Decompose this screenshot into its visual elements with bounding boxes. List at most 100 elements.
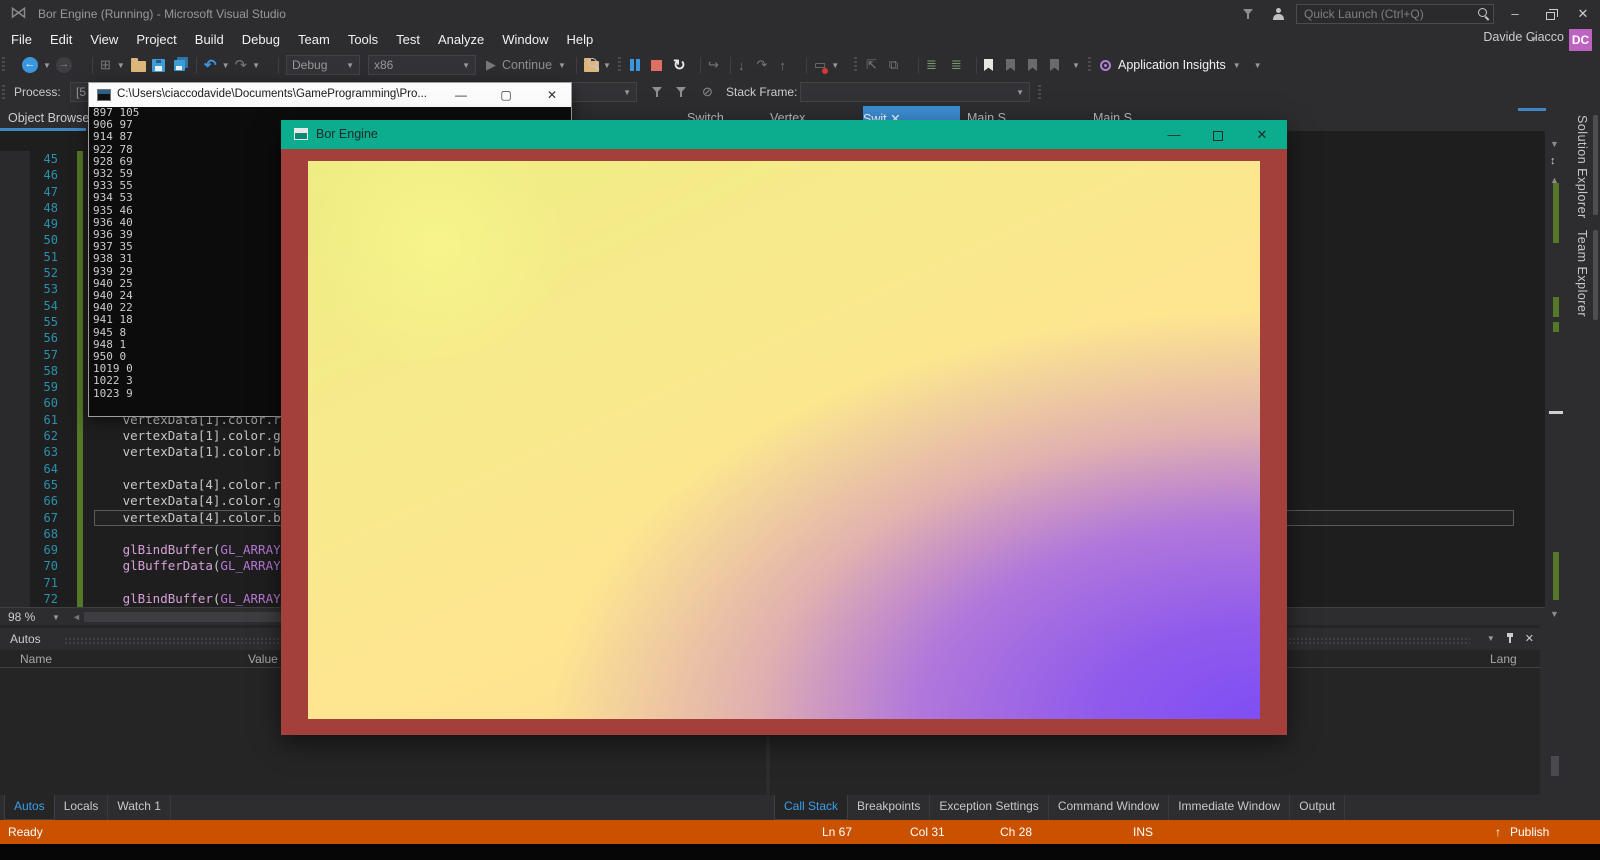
thread-filter-icon[interactable]: [652, 86, 664, 99]
callstack-col-lang[interactable]: Lang: [1490, 650, 1517, 668]
menu-tools[interactable]: Tools: [339, 28, 387, 52]
game-minimize-button[interactable]: —: [1157, 120, 1191, 149]
close-button[interactable]: ✕: [1568, 0, 1598, 28]
avatar[interactable]: DC: [1569, 29, 1592, 51]
solution-config-select[interactable]: Debug▼: [286, 55, 360, 75]
panel-close-icon[interactable]: ✕: [1525, 632, 1534, 645]
autos-col-name[interactable]: Name: [20, 650, 52, 668]
continue-caret[interactable]: ▼: [558, 61, 566, 70]
feedback-icon[interactable]: [1272, 8, 1285, 21]
hscroll-left-arrow[interactable]: ◄: [72, 612, 81, 622]
pointer-mode-icon[interactable]: ⇱: [866, 57, 877, 73]
editor-vertical-scrollbar[interactable]: ▼ ↕ ▲ ▼: [1545, 131, 1568, 625]
console-maximize-button[interactable]: ▢: [489, 83, 523, 107]
break-all-button[interactable]: [630, 59, 640, 71]
menu-file[interactable]: File: [2, 28, 41, 52]
editor-zoom-select[interactable]: 98 %: [8, 610, 35, 624]
publish-button[interactable]: Publish: [1510, 825, 1549, 839]
console-minimize-button[interactable]: —: [444, 83, 478, 107]
tab-autos[interactable]: Autos: [4, 795, 55, 820]
game-window[interactable]: Bor Engine — ✕: [281, 120, 1287, 735]
stack-frame-select[interactable]: ▼: [800, 82, 1030, 102]
navigate-forward-button[interactable]: →: [56, 57, 72, 73]
decrease-indent-icon[interactable]: ≣: [926, 57, 937, 73]
application-insights-caret[interactable]: ▼: [1233, 61, 1241, 70]
redo-caret[interactable]: ▼: [252, 61, 260, 70]
copy-window-icon[interactable]: ⧉: [889, 57, 898, 73]
tab-exception-settings[interactable]: Exception Settings: [930, 795, 1048, 820]
vscroll-down-arrow[interactable]: ▼: [1550, 609, 1559, 619]
toolbar-grip[interactable]: [2, 57, 5, 73]
editor-zoom-caret[interactable]: ▼: [52, 613, 60, 622]
save-button[interactable]: [152, 59, 165, 72]
breakpoint-toggle-icon[interactable]: ▭: [814, 57, 826, 73]
quick-launch-input[interactable]: Quick Launch (Ctrl+Q): [1296, 4, 1494, 24]
step-out-button[interactable]: ↑: [779, 58, 786, 73]
previous-bookmark-button[interactable]: [1006, 59, 1015, 71]
save-all-button[interactable]: [174, 60, 185, 71]
game-close-button[interactable]: ✕: [1245, 120, 1279, 149]
menu-build[interactable]: Build: [186, 28, 233, 52]
tab-call-stack[interactable]: Call Stack: [774, 795, 848, 820]
application-insights-button[interactable]: Application Insights: [1118, 58, 1226, 72]
account-name[interactable]: Davide Ciacco: [1483, 30, 1564, 44]
split-editor-handle[interactable]: ↕: [1550, 155, 1556, 167]
restore-button[interactable]: [1535, 0, 1565, 28]
document-dropdown-caret[interactable]: ▼: [1550, 139, 1559, 149]
menu-view[interactable]: View: [81, 28, 127, 52]
open-file-button[interactable]: [131, 61, 146, 72]
panel-menu-caret[interactable]: ▼: [1487, 634, 1495, 643]
console-title-bar[interactable]: C:\Users\ciaccodavide\Documents\GameProg…: [89, 83, 571, 107]
tab-command-window[interactable]: Command Window: [1049, 795, 1169, 820]
menu-project[interactable]: Project: [127, 28, 185, 52]
notifications-filter-icon[interactable]: [1243, 8, 1255, 21]
menu-debug[interactable]: Debug: [233, 28, 289, 52]
thread-filter-flagged-icon[interactable]: [676, 86, 688, 99]
menu-team[interactable]: Team: [289, 28, 339, 52]
menu-window[interactable]: Window: [493, 28, 557, 52]
game-title-bar[interactable]: Bor Engine — ✕: [281, 120, 1287, 149]
toggle-bookmark-button[interactable]: [984, 59, 993, 71]
continue-button[interactable]: Continue: [502, 58, 552, 72]
autos-col-value[interactable]: Value: [248, 650, 278, 668]
panel-scrollbar-thumb[interactable]: [1551, 756, 1559, 776]
auto-hide-pin-icon[interactable]: [1505, 632, 1515, 645]
vertical-tab-team-explorer[interactable]: Team Explorer: [1575, 230, 1589, 317]
toolbar-overflow-caret[interactable]: ▼: [1254, 61, 1262, 70]
navigate-back-caret[interactable]: ▼: [43, 61, 51, 70]
show-next-statement-button[interactable]: ↪: [708, 57, 719, 73]
step-into-button[interactable]: ↓: [738, 58, 745, 73]
menu-test[interactable]: Test: [387, 28, 429, 52]
undo-caret[interactable]: ▼: [222, 61, 230, 70]
restart-button[interactable]: ↻: [673, 56, 686, 74]
menu-edit[interactable]: Edit: [41, 28, 81, 52]
game-maximize-button[interactable]: [1201, 120, 1235, 149]
console-close-button[interactable]: ✕: [535, 83, 569, 107]
breakpoint-caret[interactable]: ▼: [831, 61, 839, 70]
find-caret[interactable]: ▼: [603, 61, 611, 70]
menu-analyze[interactable]: Analyze: [429, 28, 493, 52]
undo-button[interactable]: ↶: [204, 56, 217, 74]
suspend-threads-icon[interactable]: ⊘: [702, 84, 713, 100]
navigate-back-button[interactable]: ←: [22, 57, 38, 73]
bookmark-caret[interactable]: ▼: [1072, 61, 1080, 70]
clear-bookmarks-button[interactable]: [1050, 59, 1059, 71]
redo-button[interactable]: ↷: [235, 56, 248, 74]
step-over-button[interactable]: ↷: [757, 57, 768, 73]
tab-locals[interactable]: Locals: [55, 795, 109, 820]
tab-object-browser[interactable]: Object Browse: [8, 111, 89, 125]
tab-watch-1[interactable]: Watch 1: [108, 795, 171, 820]
new-file-button[interactable]: ⊞: [100, 57, 111, 73]
tab-breakpoints[interactable]: Breakpoints: [848, 795, 930, 820]
minimize-button[interactable]: –: [1500, 0, 1530, 28]
stop-debugging-button[interactable]: [651, 60, 662, 71]
next-bookmark-button[interactable]: [1028, 59, 1037, 71]
tab-output[interactable]: Output: [1290, 795, 1345, 820]
increase-indent-icon[interactable]: ≣: [951, 57, 962, 73]
solution-platform-select[interactable]: x86▼: [368, 55, 476, 75]
vertical-tab-solution-explorer[interactable]: Solution Explorer: [1575, 115, 1589, 219]
menu-help[interactable]: Help: [558, 28, 603, 52]
find-in-files-button[interactable]: [584, 61, 599, 72]
new-file-caret[interactable]: ▼: [117, 61, 125, 70]
tab-immediate-window[interactable]: Immediate Window: [1169, 795, 1290, 820]
